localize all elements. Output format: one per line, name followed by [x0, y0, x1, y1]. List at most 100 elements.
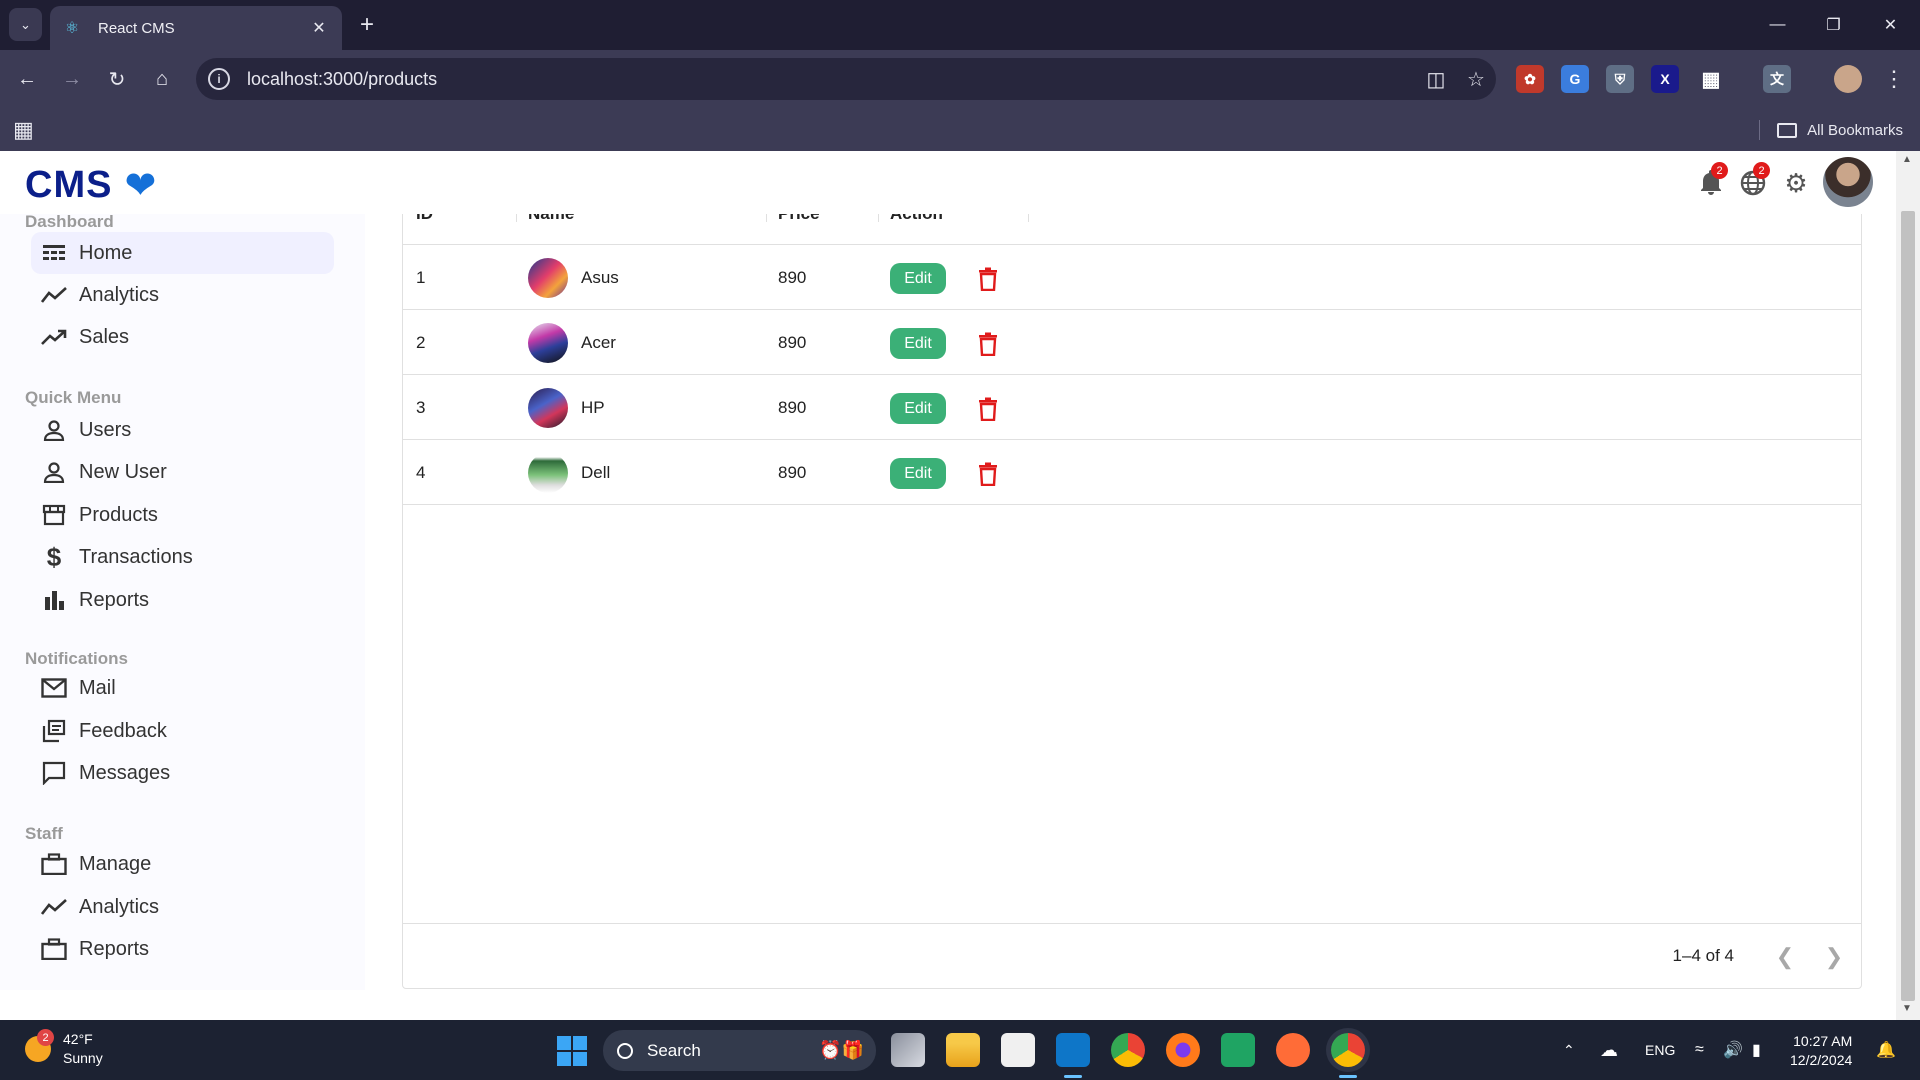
sidebar-item-reports[interactable]: Reports — [31, 579, 334, 621]
close-tab-icon[interactable]: ✕ — [308, 18, 330, 38]
product-thumbnail — [528, 258, 568, 298]
close-window-button[interactable]: ✕ — [1868, 0, 1913, 50]
product-thumbnail — [528, 453, 568, 493]
settings-button[interactable]: ⚙ — [1779, 166, 1813, 200]
timeline-icon — [41, 282, 67, 308]
chrome-icon[interactable] — [1111, 1033, 1145, 1067]
app-logo[interactable]: CMS ❤ — [25, 163, 156, 208]
sidebar-item-products[interactable]: Products — [31, 494, 334, 536]
sidebar-item-label: Manage — [79, 852, 152, 875]
table-footer: 1–4 of 4 ❮ ❯ — [403, 923, 1861, 988]
folder-icon — [1777, 122, 1798, 138]
delete-icon[interactable] — [973, 328, 1003, 360]
sidebar-item-manage[interactable]: Manage — [31, 843, 334, 885]
all-bookmarks-button[interactable]: All Bookmarks — [1777, 116, 1903, 144]
sidebar: Dashboard Home Analytics Sales Quick Men… — [0, 212, 365, 990]
browser-tab[interactable]: ⚛ React CMS ✕ — [50, 6, 342, 50]
extension-icon-red[interactable]: ✿ — [1516, 65, 1544, 93]
google-translate-extension-icon[interactable]: G — [1561, 65, 1589, 93]
microsoft-store-icon[interactable] — [1001, 1033, 1035, 1067]
table-row[interactable]: 3 HP 890 Edit — [403, 375, 1861, 440]
user-avatar[interactable] — [1823, 157, 1873, 207]
previous-page-button[interactable]: ❮ — [1770, 942, 1800, 972]
edit-button[interactable]: Edit — [890, 328, 946, 359]
site-info-icon[interactable]: i — [208, 68, 230, 90]
volume-icon[interactable]: 🔊 — [1723, 1020, 1743, 1080]
reload-button[interactable]: ↻ — [99, 61, 135, 97]
taskbar-search[interactable]: Search ⏰🎁 — [603, 1030, 876, 1071]
sidebar-item-messages[interactable]: Messages — [31, 752, 334, 794]
row-id: 2 — [416, 333, 426, 352]
windows-start-icon[interactable] — [557, 1036, 587, 1066]
scrollbar-thumb[interactable] — [1901, 211, 1915, 1001]
delete-icon[interactable] — [973, 458, 1003, 490]
back-button[interactable]: ← — [9, 61, 45, 97]
apps-grid-icon[interactable]: ▦ — [13, 117, 34, 143]
sidebar-section-quick-menu: Quick Menu — [25, 388, 122, 407]
postman-icon[interactable] — [1276, 1033, 1310, 1067]
wifi-icon[interactable]: ≈ — [1695, 1020, 1704, 1080]
scroll-up-arrow[interactable]: ▲ — [1902, 154, 1912, 165]
sidebar-item-label: Sales — [79, 325, 130, 348]
home-button[interactable]: ⌂ — [144, 61, 180, 97]
edit-button[interactable]: Edit — [890, 393, 946, 424]
task-view-icon[interactable] — [891, 1033, 925, 1067]
taskbar-clock[interactable]: 10:27 AM 12/2/2024 — [1790, 1032, 1852, 1070]
new-tab-button[interactable]: + — [352, 10, 382, 40]
forward-button[interactable]: → — [54, 61, 90, 97]
url-text[interactable]: localhost:3000/products — [247, 69, 1416, 90]
table-row[interactable]: 4 Dell 890 Edit — [403, 440, 1861, 505]
product-price: 890 — [778, 268, 807, 287]
profile-avatar-icon[interactable] — [1834, 65, 1862, 93]
bookmark-star-icon[interactable]: ☆ — [1456, 67, 1496, 92]
restore-button[interactable]: ❐ — [1811, 0, 1856, 50]
chrome-active-icon[interactable] — [1331, 1033, 1365, 1067]
shield-extension-icon[interactable]: ⛨ — [1606, 65, 1634, 93]
sidebar-item-mail[interactable]: Mail — [31, 667, 334, 709]
sidebar-item-transactions[interactable]: $ Transactions — [31, 536, 334, 578]
firefox-icon[interactable] — [1166, 1033, 1200, 1067]
page-scrollbar[interactable]: ▲ ▼ — [1896, 151, 1920, 1020]
browser-menu-icon[interactable]: ⋮ — [1876, 61, 1912, 97]
next-page-button[interactable]: ❯ — [1819, 942, 1849, 972]
weather-badge: 2 — [37, 1029, 54, 1046]
table-row[interactable]: 2 Acer 890 Edit — [403, 310, 1861, 375]
sidebar-item-label: Reports — [79, 588, 150, 611]
sun-icon: 2 — [25, 1029, 54, 1062]
table-row[interactable]: 1 Asus 890 Edit — [403, 245, 1861, 310]
sidebar-item-sales[interactable]: Sales — [31, 316, 334, 358]
battery-icon[interactable]: ▮ — [1752, 1020, 1761, 1080]
minimize-button[interactable]: — — [1755, 0, 1800, 50]
sidebar-item-feedback[interactable]: Feedback — [31, 710, 334, 752]
sidebar-item-label: New User — [79, 460, 167, 483]
delete-icon[interactable] — [973, 393, 1003, 425]
notification-bell-icon[interactable]: 🔔 — [1876, 1020, 1896, 1080]
sidebar-item-staff-reports[interactable]: Reports — [31, 928, 334, 970]
tab-search-button[interactable]: ⌄ — [9, 8, 42, 41]
sidebar-item-home[interactable]: Home — [31, 232, 334, 274]
mongodb-compass-icon[interactable] — [1221, 1033, 1255, 1067]
weather-widget[interactable]: 2 42°F Sunny — [25, 1029, 103, 1068]
edit-button[interactable]: Edit — [890, 263, 946, 294]
tray-chevron-icon[interactable]: ⌃ — [1563, 1020, 1575, 1080]
x-extension-icon[interactable]: X — [1651, 65, 1679, 93]
address-bar[interactable]: i localhost:3000/products ◫ ☆ — [196, 58, 1496, 100]
translate-page-icon[interactable]: 文 — [1763, 65, 1791, 93]
react-icon: ⚛ — [64, 20, 80, 37]
product-price: 890 — [778, 398, 807, 417]
sidebar-item-staff-analytics[interactable]: Analytics — [31, 886, 334, 928]
onedrive-icon[interactable]: ☁ — [1600, 1020, 1618, 1080]
delete-icon[interactable] — [973, 263, 1003, 295]
extensions-puzzle-icon[interactable]: ▦ — [1697, 65, 1725, 93]
language-indicator[interactable]: ENG — [1645, 1020, 1675, 1080]
scroll-down-arrow[interactable]: ▼ — [1902, 1003, 1912, 1014]
vscode-icon[interactable] — [1056, 1033, 1090, 1067]
sidebar-item-analytics[interactable]: Analytics — [31, 274, 334, 316]
sidebar-item-users[interactable]: Users — [31, 409, 334, 451]
language-button[interactable]: 2 — [1736, 162, 1770, 200]
sidebar-item-new-user[interactable]: New User — [31, 451, 334, 493]
file-explorer-icon[interactable] — [946, 1033, 980, 1067]
edit-button[interactable]: Edit — [890, 458, 946, 489]
install-app-icon[interactable]: ◫ — [1416, 67, 1456, 92]
notifications-button[interactable]: 2 — [1694, 162, 1728, 200]
